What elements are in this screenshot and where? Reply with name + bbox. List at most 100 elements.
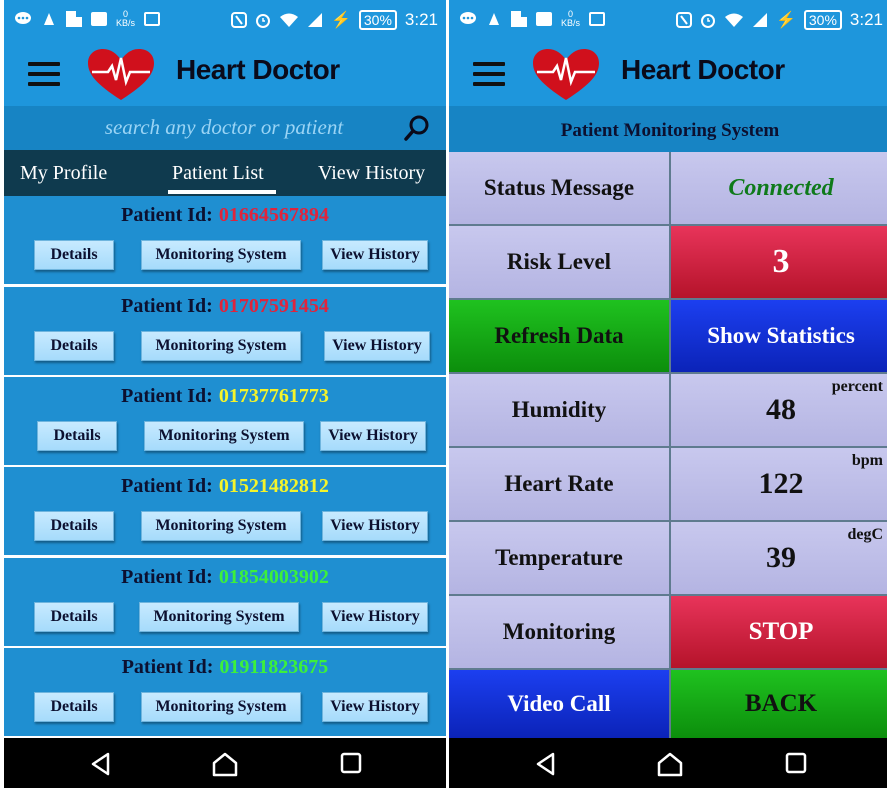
risk-level-label: Risk Level (449, 226, 669, 298)
home-nav-icon[interactable] (211, 751, 239, 777)
heart-rate-label: Heart Rate (449, 448, 669, 520)
patient-id-value: 01854003902 (218, 566, 329, 588)
recents-nav-icon[interactable] (339, 751, 363, 775)
heart-logo-icon (88, 49, 154, 100)
menu-icon[interactable] (28, 62, 60, 86)
image-notification-icon (589, 12, 606, 26)
details-button[interactable]: Details (34, 692, 114, 722)
patient-id-label: Patient Id: (121, 566, 213, 588)
charging-icon: ⚡ (330, 12, 351, 29)
home-nav-icon[interactable] (656, 751, 684, 777)
details-button[interactable]: Details (34, 602, 114, 632)
battery-level: 30% (358, 10, 397, 30)
recents-nav-icon[interactable] (784, 751, 808, 775)
square-notification-icon (536, 12, 552, 26)
back-nav-icon[interactable] (533, 751, 559, 777)
monitoring-system-button[interactable]: Monitoring System (141, 511, 301, 541)
square-notification-icon (91, 12, 107, 26)
wifi-icon (279, 13, 298, 27)
tab-patient-list[interactable]: Patient List (172, 162, 264, 185)
monitoring-header: Patient Monitoring System (449, 106, 887, 152)
status-message-label: Status Message (449, 152, 669, 224)
menu-icon[interactable] (473, 62, 505, 86)
monitoring-system-button[interactable]: Monitoring System (139, 602, 299, 632)
back-nav-icon[interactable] (88, 751, 114, 777)
app-notification-icon (44, 13, 54, 25)
signal-icon (752, 13, 767, 27)
temperature-label: Temperature (449, 522, 669, 594)
patient-id-value: 01911823675 (219, 656, 329, 678)
search-bar (4, 106, 446, 150)
image-notification-icon (144, 12, 161, 26)
view-history-button[interactable]: View History (322, 511, 428, 541)
patient-list-screen: 0KB/s ⚡ 30% 3:21 Heart Doctor My Profile (4, 0, 446, 788)
heart-rate-value: 122 (758, 467, 804, 500)
app-bar: Heart Doctor (449, 40, 887, 106)
humidity-cell: 48 percent (671, 374, 887, 446)
patient-card: Patient Id: 01911823675 Details Monitorin… (4, 648, 446, 736)
app-title: Heart Doctor (621, 54, 785, 85)
patient-id-line: Patient Id: 01854003902 (4, 566, 446, 589)
monitoring-system-button[interactable]: Monitoring System (141, 331, 301, 361)
temperature-cell: 39 degC (671, 522, 887, 594)
details-button[interactable]: Details (34, 331, 114, 361)
charging-icon: ⚡ (775, 12, 796, 29)
app-bar: Heart Doctor (4, 40, 446, 106)
search-icon[interactable] (404, 114, 430, 142)
video-call-button[interactable]: Video Call (449, 670, 669, 738)
patient-id-line: Patient Id: 01521482812 (4, 475, 446, 498)
view-history-button[interactable]: View History (324, 331, 430, 361)
view-history-button[interactable]: View History (322, 692, 428, 722)
view-history-button[interactable]: View History (320, 421, 426, 451)
battery-level: 30% (803, 10, 842, 30)
wifi-icon (724, 13, 743, 27)
patient-id-value: 01707591454 (218, 295, 329, 317)
patient-card: Patient Id: 01737761773 Details Monitorin… (4, 377, 446, 465)
refresh-data-button[interactable]: Refresh Data (449, 300, 669, 372)
back-button[interactable]: BACK (671, 670, 887, 738)
network-speed: 0 KB/s (561, 9, 581, 28)
temperature-value: 39 (766, 541, 796, 574)
app-title: Heart Doctor (176, 54, 340, 85)
monitoring-system-button[interactable]: Monitoring System (141, 692, 301, 722)
patient-id-value: 01664567894 (218, 204, 329, 226)
search-input[interactable] (64, 112, 384, 142)
view-history-button[interactable]: View History (322, 602, 428, 632)
status-message-value: Connected (671, 152, 887, 224)
show-statistics-button[interactable]: Show Statistics (671, 300, 887, 372)
risk-level-value: 3 (671, 226, 887, 298)
monitoring-screen: 0 KB/s ⚡ 30% 3:21 Heart Doctor Patient Mo… (449, 0, 887, 788)
patient-id-value: 01521482812 (218, 475, 329, 497)
patient-card: Patient Id: 01707591454 Details Monitorin… (4, 287, 446, 375)
patient-id-line: Patient Id: 01737761773 (4, 385, 446, 408)
details-button[interactable]: Details (37, 421, 117, 451)
patient-card: Patient Id: 01521482812 Details Monitorin… (4, 467, 446, 555)
patient-id-line: Patient Id: 01707591454 (4, 295, 446, 318)
signal-icon (307, 13, 322, 27)
humidity-unit: percent (831, 378, 883, 395)
patient-card: Patient Id: 01664567894 Details Monitorin… (4, 196, 446, 284)
tab-view-history[interactable]: View History (318, 162, 425, 185)
alarm-icon (700, 14, 715, 28)
monitoring-system-button[interactable]: Monitoring System (144, 421, 304, 451)
patient-id-line: Patient Id: 01664567894 (4, 204, 446, 227)
patient-id-label: Patient Id: (121, 295, 213, 317)
humidity-label: Humidity (449, 374, 669, 446)
details-button[interactable]: Details (34, 240, 114, 270)
stop-button[interactable]: STOP (671, 596, 887, 668)
clock: 3:21 (404, 10, 438, 29)
patient-id-label: Patient Id: (121, 204, 213, 226)
view-history-button[interactable]: View History (322, 240, 428, 270)
flipboard-icon (511, 11, 527, 27)
tab-bar: My Profile Patient List View History (4, 150, 446, 196)
monitoring-system-button[interactable]: Monitoring System (141, 240, 301, 270)
alarm-icon (255, 14, 270, 28)
details-button[interactable]: Details (34, 511, 114, 541)
tab-my-profile[interactable]: My Profile (20, 162, 107, 185)
status-bar: 0 KB/s ⚡ 30% 3:21 (4, 0, 446, 40)
app-notification-icon (489, 13, 499, 25)
heart-logo-icon (533, 49, 599, 100)
patient-id-value: 01737761773 (218, 385, 329, 407)
network-speed: 0 KB/s (116, 9, 136, 28)
flipboard-icon (66, 11, 82, 27)
